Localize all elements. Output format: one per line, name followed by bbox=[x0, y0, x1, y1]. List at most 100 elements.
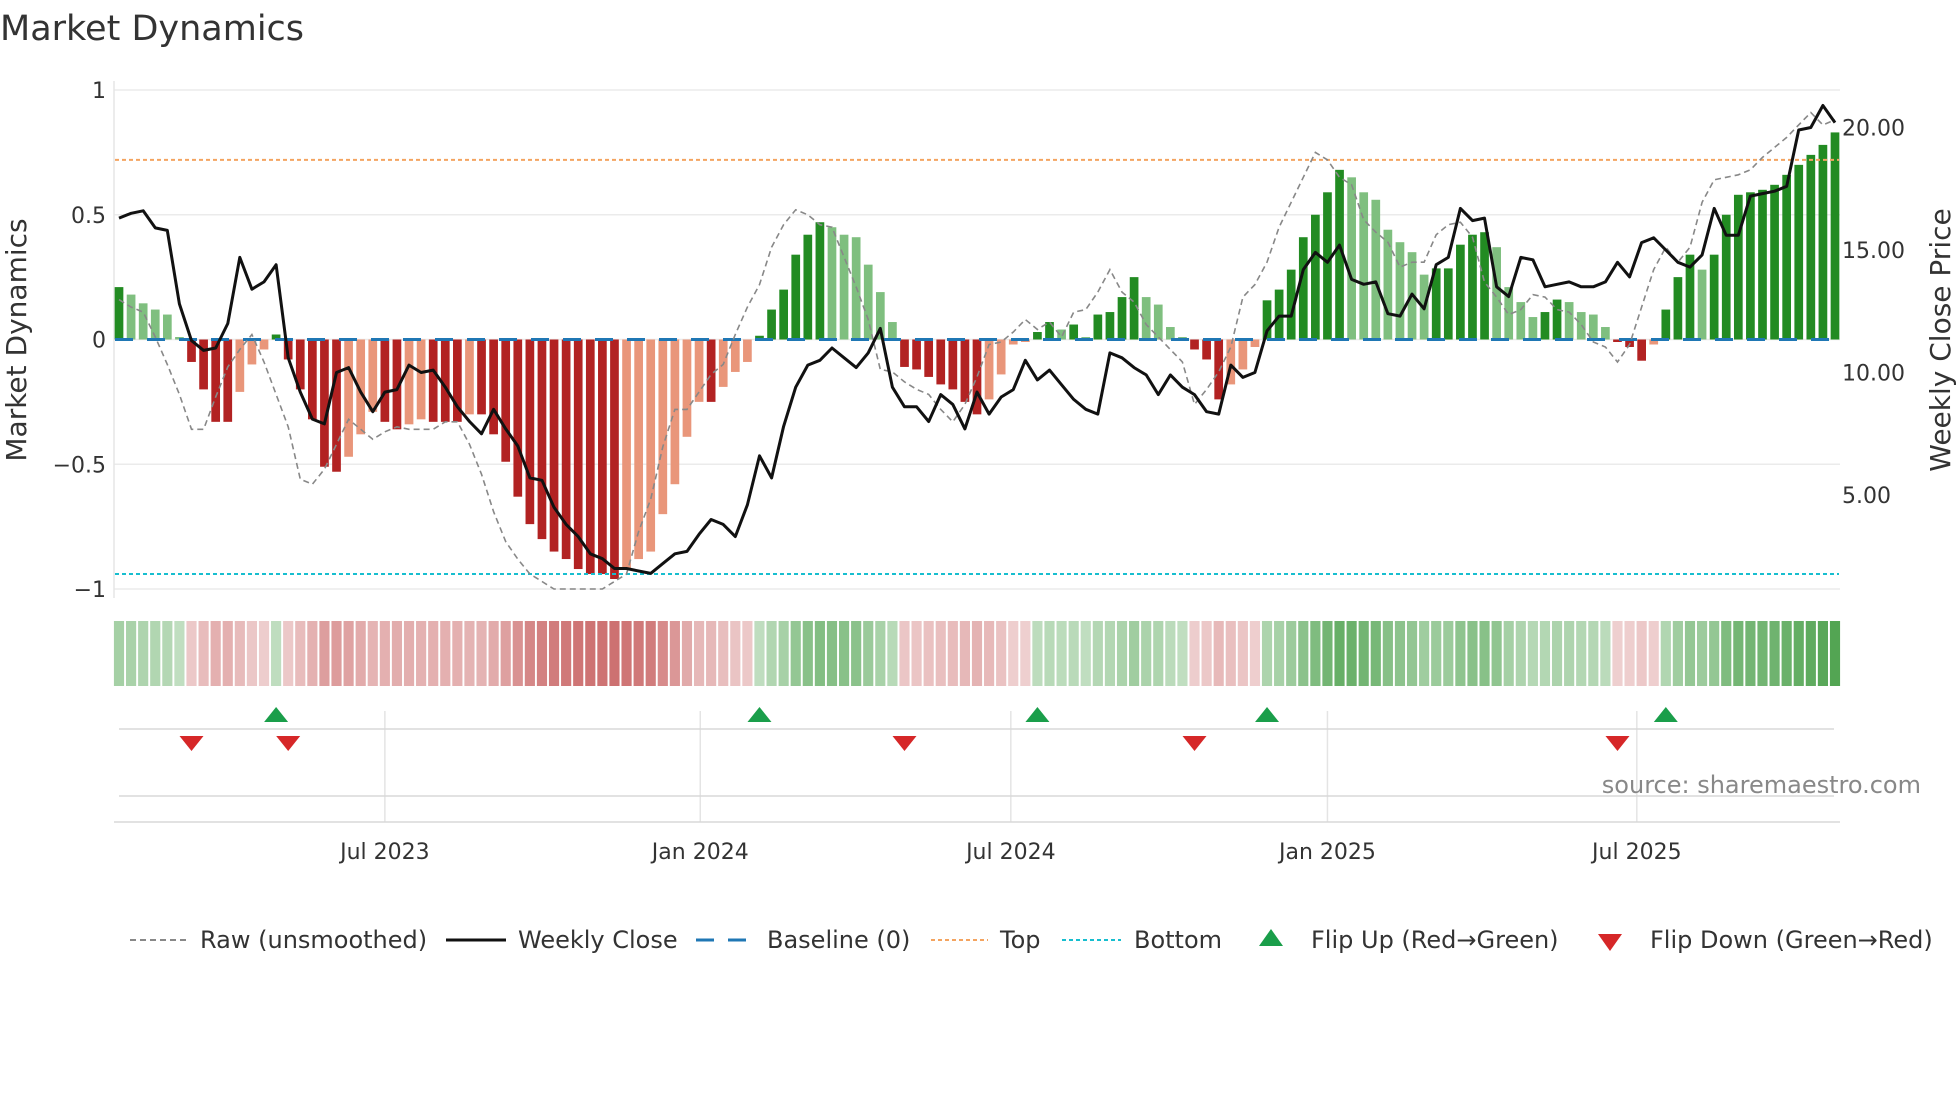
momentum-bar bbox=[996, 339, 1006, 375]
regime-cell bbox=[645, 621, 656, 686]
regime-cell bbox=[1491, 621, 1502, 686]
flip-up-triangle-icon bbox=[1259, 929, 1283, 946]
regime-cell bbox=[1817, 621, 1828, 686]
regime-cell bbox=[1008, 621, 1019, 686]
regime-cell bbox=[1201, 621, 1212, 686]
regime-cell bbox=[1805, 621, 1816, 686]
momentum-bar bbox=[1806, 154, 1816, 340]
source-label: source: sharemaestro.com bbox=[1602, 771, 1921, 799]
regime-cell bbox=[1225, 621, 1236, 686]
regime-cell bbox=[609, 621, 620, 686]
regime-cell bbox=[669, 621, 680, 686]
momentum-bar bbox=[1443, 268, 1453, 340]
chart-title: Market Dynamics bbox=[0, 9, 304, 49]
regime-cell bbox=[766, 621, 777, 686]
momentum-bar bbox=[1601, 327, 1610, 340]
y-tick-label: −0.5 bbox=[53, 453, 106, 478]
momentum-bar bbox=[428, 339, 438, 422]
regime-cell bbox=[911, 621, 922, 686]
regime-cell bbox=[1672, 621, 1683, 686]
momentum-bar bbox=[1782, 174, 1792, 340]
x-tick-label: Jul 2024 bbox=[964, 840, 1056, 865]
momentum-bar bbox=[138, 303, 148, 340]
momentum-bar bbox=[1758, 189, 1767, 340]
momentum-bar bbox=[1359, 192, 1369, 340]
regime-cell bbox=[778, 621, 789, 686]
regime-cell bbox=[440, 621, 451, 686]
legend-item-bottom: Bottom bbox=[1062, 926, 1222, 954]
regime-cell bbox=[802, 621, 813, 686]
regime-cell bbox=[585, 621, 596, 686]
regime-cell bbox=[1213, 621, 1224, 686]
regime-cell bbox=[416, 621, 427, 686]
regime-cell bbox=[162, 621, 173, 686]
flip-down-marker bbox=[1605, 736, 1630, 751]
momentum-bar bbox=[924, 339, 934, 377]
regime-cell bbox=[971, 621, 983, 686]
regime-cell bbox=[1757, 621, 1768, 686]
y2-tick-label: 15.00 bbox=[1842, 239, 1905, 264]
momentum-bar bbox=[162, 314, 172, 340]
regime-cell bbox=[1527, 621, 1538, 686]
momentum-bar bbox=[646, 339, 656, 552]
legend-item-close: Weekly Close bbox=[446, 926, 678, 954]
regime-cell bbox=[1116, 621, 1128, 686]
regime-cell bbox=[246, 621, 258, 686]
flip-up-marker bbox=[1653, 707, 1678, 722]
regime-cell bbox=[1080, 621, 1091, 686]
momentum-bar bbox=[1383, 229, 1393, 340]
momentum-bar bbox=[585, 339, 595, 575]
momentum-bar bbox=[1709, 254, 1719, 340]
momentum-bars bbox=[114, 132, 1840, 580]
regime-cell bbox=[331, 621, 342, 686]
regime-cell bbox=[984, 621, 995, 686]
regime-cell bbox=[1165, 621, 1176, 686]
y-tick-label: −1 bbox=[74, 578, 106, 603]
regime-cell bbox=[1479, 621, 1490, 686]
y2-tick-label: 20.00 bbox=[1842, 117, 1905, 142]
regime-cell bbox=[222, 621, 233, 686]
regime-cell bbox=[1370, 621, 1381, 686]
momentum-bar bbox=[1214, 339, 1224, 400]
flip-down-marker bbox=[892, 736, 917, 751]
regime-cell bbox=[1056, 621, 1067, 686]
regime-cell bbox=[1068, 621, 1079, 686]
regime-cell bbox=[790, 621, 801, 686]
regime-cell bbox=[113, 621, 125, 686]
momentum-bar bbox=[1830, 132, 1840, 340]
flip-up-marker bbox=[1025, 707, 1050, 722]
momentum-bar bbox=[912, 339, 921, 370]
momentum-bar bbox=[380, 339, 390, 422]
regime-cell bbox=[718, 621, 729, 686]
regime-cell bbox=[258, 621, 270, 686]
regime-cell bbox=[923, 621, 934, 686]
regime-cell bbox=[186, 621, 197, 686]
momentum-bar bbox=[936, 339, 946, 385]
regime-cell bbox=[657, 621, 668, 686]
regime-cell bbox=[693, 621, 705, 686]
regime-cell bbox=[935, 621, 946, 686]
regime-cell bbox=[198, 621, 209, 686]
regime-cell bbox=[428, 621, 439, 686]
regime-cell bbox=[464, 621, 475, 686]
momentum-bar bbox=[501, 339, 511, 462]
flip-down-marker bbox=[276, 736, 301, 751]
momentum-bar bbox=[1323, 192, 1332, 340]
x-tick-label: Jul 2025 bbox=[1590, 840, 1682, 865]
regime-cell bbox=[512, 621, 523, 686]
momentum-bar bbox=[1770, 184, 1779, 340]
momentum-bar bbox=[114, 287, 124, 340]
regime-cell bbox=[887, 621, 898, 686]
momentum-bar bbox=[1093, 314, 1103, 340]
momentum-bar bbox=[900, 339, 909, 367]
y2-axis-ticks: 20.00 15.00 10.00 5.00 bbox=[1842, 117, 1905, 510]
momentum-bar bbox=[126, 294, 136, 340]
momentum-bar bbox=[525, 339, 535, 525]
regime-cell bbox=[959, 621, 970, 686]
regime-cell bbox=[355, 621, 366, 686]
momentum-bar bbox=[1564, 302, 1574, 340]
regime-cell bbox=[1237, 621, 1248, 686]
flip-up-marker bbox=[1255, 707, 1280, 722]
regime-cell bbox=[863, 621, 874, 686]
momentum-bar bbox=[1794, 164, 1804, 340]
